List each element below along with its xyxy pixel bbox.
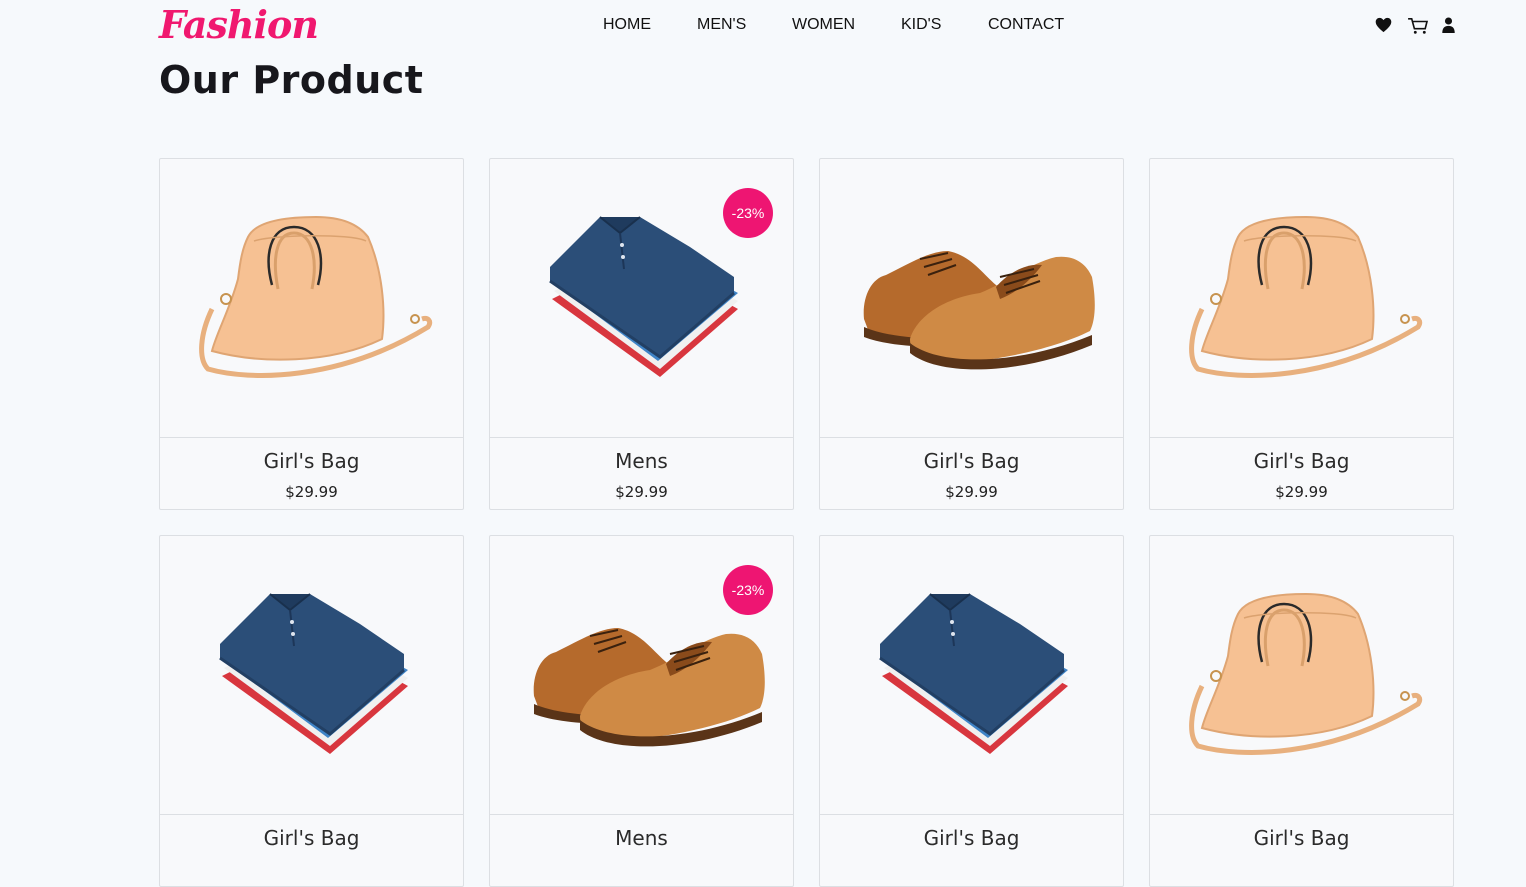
user-icon[interactable] xyxy=(1442,17,1455,38)
nav-home[interactable]: HOME xyxy=(603,16,651,34)
product-card[interactable]: -23% Mens xyxy=(489,535,794,887)
bag-image xyxy=(199,215,433,378)
product-card[interactable]: Girl's Bag $29.99 xyxy=(1149,158,1454,510)
product-name[interactable]: Mens xyxy=(490,449,793,473)
shirts-image xyxy=(219,593,408,754)
product-name[interactable]: Mens xyxy=(490,826,793,850)
heart-icon[interactable] xyxy=(1375,17,1392,38)
discount-badge: -23% xyxy=(723,565,773,615)
product-name[interactable]: Girl's Bag xyxy=(160,826,463,850)
product-price: $29.99 xyxy=(615,483,668,501)
product-image[interactable] xyxy=(1150,536,1453,815)
product-name[interactable]: Girl's Bag xyxy=(820,826,1123,850)
product-image[interactable] xyxy=(820,159,1123,438)
product-card[interactable]: Girl's Bag xyxy=(1149,535,1454,887)
product-price: $29.99 xyxy=(1275,483,1328,501)
navbar: Fashion HOME MEN'S WOMEN KID'S CONTACT xyxy=(0,0,1526,52)
product-image[interactable] xyxy=(820,536,1123,815)
product-card[interactable]: -23% Mens $29.99 xyxy=(489,158,794,510)
product-price: $29.99 xyxy=(945,483,998,501)
cart-icon[interactable] xyxy=(1407,17,1429,40)
product-name[interactable]: Girl's Bag xyxy=(160,449,463,473)
product-name[interactable]: Girl's Bag xyxy=(1150,449,1453,473)
nav-contact[interactable]: CONTACT xyxy=(988,16,1064,34)
product-card[interactable]: Girl's Bag $29.99 xyxy=(159,158,464,510)
shirts-image xyxy=(879,593,1068,754)
nav-mens[interactable]: MEN'S xyxy=(697,16,746,34)
product-card[interactable]: Girl's Bag $29.99 xyxy=(819,158,1124,510)
shoes-image xyxy=(863,251,1095,370)
product-price: $29.99 xyxy=(285,483,338,501)
nav-women[interactable]: WOMEN xyxy=(792,16,855,34)
product-name[interactable]: Girl's Bag xyxy=(820,449,1123,473)
bag-image xyxy=(1189,215,1423,378)
bag-image xyxy=(1189,592,1423,755)
discount-badge: -23% xyxy=(723,188,773,238)
product-card[interactable]: Girl's Bag xyxy=(819,535,1124,887)
product-image[interactable] xyxy=(160,159,463,438)
page-title: Our Product xyxy=(159,58,424,102)
brand-logo[interactable]: Fashion xyxy=(159,2,319,47)
product-name[interactable]: Girl's Bag xyxy=(1150,826,1453,850)
product-image[interactable] xyxy=(160,536,463,815)
nav-kids[interactable]: KID'S xyxy=(901,16,941,34)
product-image[interactable] xyxy=(1150,159,1453,438)
product-card[interactable]: Girl's Bag xyxy=(159,535,464,887)
